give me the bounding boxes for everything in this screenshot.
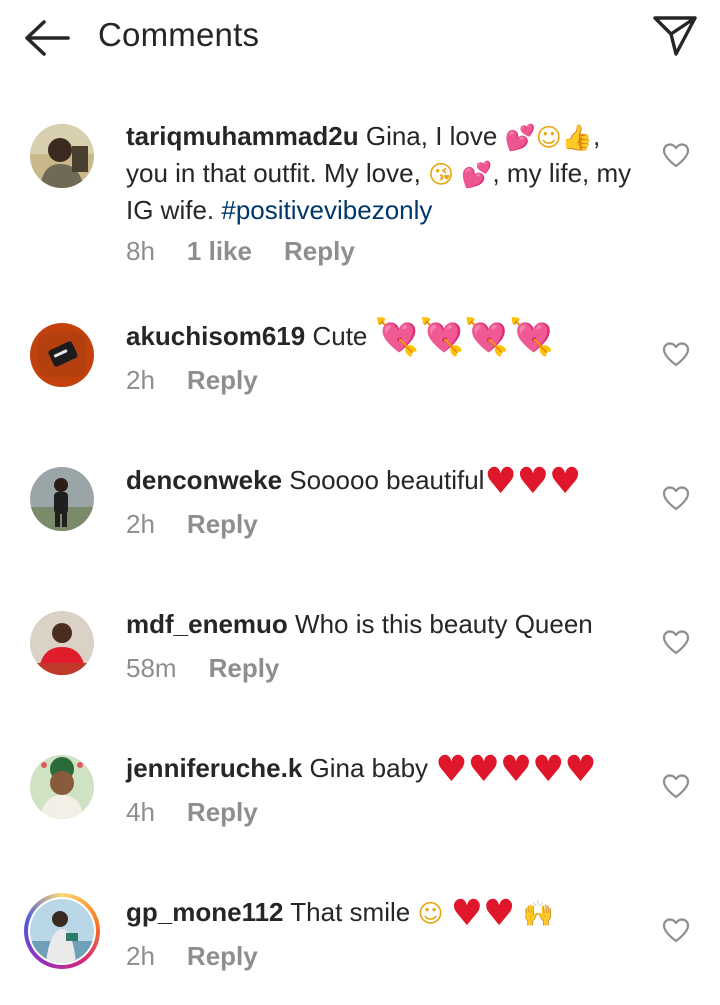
comment-text-part: , my life, (492, 158, 590, 188)
raising-hands-emoji-icon: 🙌 (522, 899, 554, 929)
comment-time: 58m (126, 653, 177, 683)
two-hearts-emoji-icon: 💕 (504, 123, 536, 153)
comment-time: 2h (126, 365, 155, 395)
comment-username[interactable]: tariqmuhammad2u (126, 121, 359, 151)
heart-outline-icon[interactable] (662, 485, 690, 511)
comment-text-part: Who is this beauty Queen (295, 609, 593, 639)
heart-with-arrow-emoji-icon: 💘 (419, 317, 465, 359)
comment-username[interactable]: mdf_enemuo (126, 609, 288, 639)
reply-button[interactable]: Reply (187, 797, 258, 827)
heart-outline-icon[interactable] (662, 142, 690, 168)
red-heart-emoji-icon: ♥ (516, 461, 550, 503)
comment-time: 4h (126, 797, 155, 827)
avatar[interactable] (30, 611, 94, 675)
comment-meta: 58m Reply (126, 653, 279, 684)
header-bar: Comments (0, 0, 720, 72)
comment-text: mdf_enemuo Who is this beauty Queen (126, 606, 646, 643)
heart-outline-icon[interactable] (662, 629, 690, 655)
heart-outline-icon[interactable] (662, 341, 690, 367)
comment-text: jenniferuche.k Gina baby ♥♥♥♥♥ (126, 749, 646, 791)
reply-button[interactable]: Reply (187, 941, 258, 971)
comment-text-part: That smile (290, 897, 411, 927)
red-heart-emoji-icon: ♥ (564, 749, 597, 791)
heart-outline-icon[interactable] (662, 917, 690, 943)
comment-username[interactable]: akuchisom619 (126, 321, 305, 351)
comment-meta: 4h Reply (126, 797, 258, 828)
comment-text: tariqmuhammad2u Gina, I love 💕☺👍, you in… (126, 118, 646, 229)
avatar[interactable] (30, 323, 94, 387)
comment-likes-count[interactable]: 1 like (187, 236, 252, 266)
red-heart-emoji-icon: ♥ (435, 749, 468, 791)
comment-text-part: Gina baby (309, 753, 429, 783)
heart-with-arrow-emoji-icon: 💘 (374, 317, 420, 359)
comment-meta: 2h Reply (126, 365, 258, 396)
comment-meta: 2h Reply (126, 941, 258, 972)
red-heart-emoji-icon: ♥ (532, 749, 565, 791)
red-heart-emoji-icon: ♥ (484, 461, 517, 503)
smiling-face-emoji-icon: ☺ (535, 123, 562, 153)
avatar[interactable] (30, 124, 94, 188)
comment-time: 8h (126, 236, 155, 266)
red-heart-emoji-icon: ♥ (549, 461, 582, 503)
avatar[interactable] (30, 467, 94, 531)
comment-text-part: Sooooo beautiful (289, 465, 485, 495)
comment-time: 2h (126, 941, 155, 971)
comment-time: 2h (126, 509, 155, 539)
thumbs-up-emoji-icon: 👍 (561, 123, 593, 153)
comment-text-part: Gina, I love (365, 121, 498, 151)
two-hearts-emoji-icon: 💕 (461, 160, 493, 190)
comment-text: akuchisom619 Cute 💘💘💘💘 (126, 317, 646, 359)
comment-text-part: you in that outfit. My love, (126, 158, 421, 188)
reply-button[interactable]: Reply (187, 365, 258, 395)
heart-with-arrow-emoji-icon: 💘 (464, 317, 510, 359)
hashtag-link[interactable]: #positivevibezonly (221, 195, 432, 225)
comment-text: denconweke Sooooo beautiful♥♥♥ (126, 461, 646, 503)
smiling-face-emoji-icon: ☺ (417, 899, 444, 929)
comment-username[interactable]: denconweke (126, 465, 282, 495)
arrow-left-icon[interactable] (22, 18, 72, 58)
kissing-face-emoji-icon: 😘 (428, 160, 455, 190)
avatar-story-ring[interactable] (24, 893, 100, 969)
comment-meta: 2h Reply (126, 509, 258, 540)
comment-username[interactable]: jenniferuche.k (126, 753, 302, 783)
page-title: Comments (98, 16, 260, 53)
heart-outline-icon[interactable] (662, 773, 690, 799)
comment-text: gp_mone112 That smile ☺ ♥♥ 🙌 (126, 893, 646, 935)
red-heart-emoji-icon: ♥ (483, 893, 516, 935)
comment-username[interactable]: gp_mone112 (126, 897, 284, 927)
red-heart-emoji-icon: ♥ (467, 749, 500, 791)
comment-meta: 8h 1 like Reply (126, 236, 355, 267)
heart-with-arrow-emoji-icon: 💘 (509, 317, 554, 359)
comment-text-part: , (592, 121, 601, 151)
reply-button[interactable]: Reply (209, 653, 280, 683)
red-heart-emoji-icon: ♥ (450, 893, 484, 935)
reply-button[interactable]: Reply (187, 509, 258, 539)
avatar (30, 899, 94, 963)
red-heart-emoji-icon: ♥ (499, 749, 533, 791)
comment-text-part: Cute (312, 321, 368, 351)
reply-button[interactable]: Reply (284, 236, 355, 266)
paper-plane-icon[interactable] (652, 14, 698, 58)
avatar[interactable] (30, 755, 94, 819)
